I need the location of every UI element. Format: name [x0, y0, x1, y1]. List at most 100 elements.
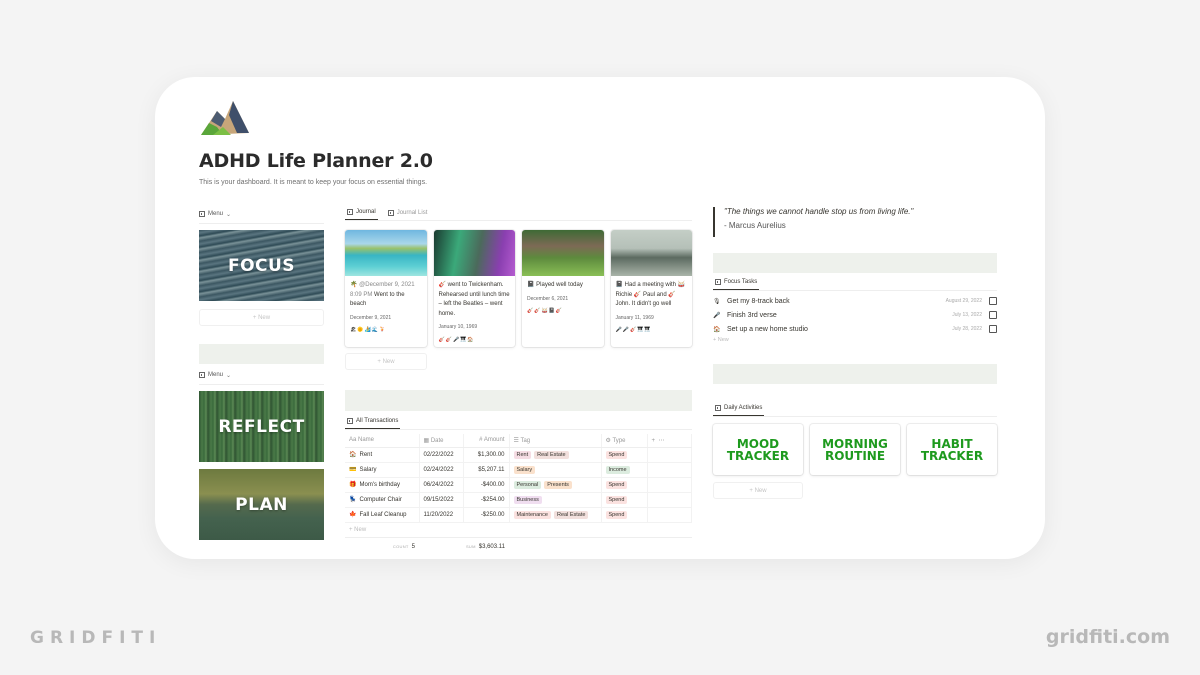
- task-emoji: 🎙: [713, 298, 721, 305]
- spacer-block: [345, 390, 692, 411]
- new-activity-button[interactable]: + New: [713, 482, 803, 499]
- task-checkbox[interactable]: [989, 297, 997, 305]
- new-menu-item-button[interactable]: + New: [199, 309, 324, 326]
- card-emoji: 🎸: [438, 282, 446, 288]
- journal-card[interactable]: 🎸 went to Twickenham. Rehearsed until lu…: [433, 230, 515, 347]
- cell-amount: -$250.00: [463, 507, 510, 523]
- task-item[interactable]: 🎤 Finish 3rd verse July 13, 2022: [713, 308, 997, 322]
- card-date: January 10, 1969: [438, 324, 478, 330]
- new-task-button[interactable]: + New: [713, 337, 997, 343]
- menu-toggle[interactable]: Menu ⌄: [199, 209, 324, 219]
- cell-amount: $1,300.00: [463, 447, 510, 463]
- count-calc[interactable]: COUNT 5: [345, 544, 415, 550]
- cell-type: Spend: [601, 477, 648, 493]
- row-emoji: 💳: [349, 467, 357, 473]
- transactions-section: All Transactions Aa Name ▦ Date # Amount…: [345, 417, 692, 550]
- table-row[interactable]: 🏠 Rent 02/22/2022 $1,300.00 Rent Real Estate S…: [345, 447, 692, 463]
- task-date: July 28, 2022: [952, 326, 982, 332]
- new-journal-button[interactable]: + New: [345, 353, 427, 370]
- card-label: MOOD TRACKER: [726, 436, 790, 463]
- row-name: Computer Chair: [359, 497, 402, 503]
- tab-journal-list[interactable]: Journal List: [386, 208, 430, 220]
- card-cover-image: [433, 230, 515, 276]
- tab-daily-activities[interactable]: Daily Activities: [713, 404, 765, 416]
- cell-name: 🎁 Mom's birthday: [345, 477, 420, 493]
- tag-pill: Real Estate: [554, 510, 589, 519]
- column-header-name[interactable]: Aa Name: [345, 434, 420, 448]
- spacer-block: [199, 344, 324, 364]
- gallery-icon: [199, 372, 205, 378]
- cell-tag: Salary: [509, 462, 602, 478]
- table-row[interactable]: 💺 Computer Chair 09/15/2022 -$254.00 Busines…: [345, 492, 692, 508]
- type-pill: Spend: [605, 450, 628, 459]
- menu-label: Menu: [208, 372, 224, 378]
- morning-routine-card[interactable]: MORNING ROUTINE: [810, 424, 900, 475]
- type-pill: Income: [605, 465, 630, 474]
- card-cover-image: [345, 230, 427, 276]
- column-header-amount[interactable]: # Amount: [463, 434, 510, 448]
- tab-journal[interactable]: Journal: [345, 208, 378, 220]
- cell-type: Spend: [601, 492, 648, 508]
- tab-label: Journal: [356, 209, 376, 215]
- tag-pill: Real Estate: [534, 450, 569, 459]
- gallery-icon: [715, 405, 721, 411]
- cell-date: 06/24/2022: [419, 477, 464, 493]
- table-row[interactable]: 🎁 Mom's birthday 06/24/2022 -$400.00 Persona…: [345, 477, 692, 493]
- journal-card[interactable]: 📓 Played well today December 6, 2021 🎸🎸🥁…: [522, 230, 604, 347]
- tab-focus-tasks[interactable]: Focus Tasks: [713, 278, 760, 290]
- task-item[interactable]: 🎙 Get my 8-track back August 29, 2022: [713, 294, 997, 308]
- cell-tag: Maintenance Real Estate: [509, 507, 602, 523]
- journal-card[interactable]: 🌴 @December 9, 2021 8:09 PM Went to the …: [345, 230, 427, 347]
- card-title: Had a meeting with 🥁 Richie 🎸 Paul and 🎸…: [615, 282, 686, 307]
- cell-name: 🏠 Rent: [345, 447, 420, 463]
- new-transaction-button[interactable]: + New: [345, 523, 692, 538]
- chevron-down-icon: ⌄: [226, 211, 232, 218]
- card-title: Played well today: [536, 282, 583, 288]
- task-checkbox[interactable]: [989, 325, 997, 333]
- task-name: Set up a new home studio: [727, 325, 808, 333]
- task-item[interactable]: 🏠 Set up a new home studio July 28, 2022: [713, 322, 997, 336]
- column-header-date[interactable]: ▦ Date: [419, 434, 464, 448]
- tab-label: Daily Activities: [724, 405, 763, 411]
- list-icon: [715, 279, 721, 285]
- cell-amount: -$400.00: [463, 477, 510, 493]
- card-title: went to Twickenham. Rehearsed until lunc…: [438, 282, 510, 317]
- add-column-button[interactable]: + ⋯: [647, 434, 692, 448]
- column-header-tag[interactable]: ☰ Tag: [509, 434, 602, 448]
- tab-label: Focus Tasks: [724, 279, 758, 285]
- table-row[interactable]: 🍁 Fall Leaf Cleanup 11/20/2022 -$250.00 Main…: [345, 507, 692, 523]
- card-emoji: 📓: [615, 282, 623, 288]
- tab-all-transactions[interactable]: All Transactions: [345, 417, 401, 429]
- reflect-tile[interactable]: REFLECT: [199, 391, 324, 462]
- habit-tracker-card[interactable]: HABIT TRACKER: [907, 424, 997, 475]
- right-column: "The things we cannot handle stop us fro…: [713, 207, 997, 499]
- brand-logo: GRIDFITI: [30, 628, 162, 648]
- type-pill: Spend: [605, 510, 628, 519]
- focus-tile[interactable]: FOCUS: [199, 230, 324, 301]
- journal-card[interactable]: 📓 Had a meeting with 🥁 Richie 🎸 Paul and…: [610, 230, 692, 347]
- row-name: Mom's birthday: [359, 482, 400, 488]
- sum-calc[interactable]: SUM $3,603.11: [415, 544, 505, 550]
- task-date: July 13, 2022: [952, 312, 982, 318]
- task-emoji: 🏠: [713, 326, 721, 333]
- cell-tag: Rent Real Estate: [509, 447, 602, 463]
- plan-tile[interactable]: PLAN: [199, 469, 324, 540]
- gallery-icon: [347, 209, 353, 215]
- row-emoji: 🍁: [349, 512, 357, 518]
- task-date: August 29, 2022: [945, 298, 982, 304]
- table-row[interactable]: 💳 Salary 02/24/2022 $5,207.11 Salary Income: [345, 462, 692, 478]
- mood-tracker-card[interactable]: MOOD TRACKER: [713, 424, 803, 475]
- task-checkbox[interactable]: [989, 311, 997, 319]
- cell-date: 02/24/2022: [419, 462, 464, 478]
- gallery-icon: [199, 211, 205, 217]
- cell-date: 09/15/2022: [419, 492, 464, 508]
- menu-toggle-2[interactable]: Menu ⌄: [199, 370, 324, 380]
- task-list: 🎙 Get my 8-track back August 29, 2022 🎤 …: [713, 294, 997, 343]
- divider: [199, 384, 324, 385]
- row-name: Salary: [359, 467, 377, 473]
- column-header-type[interactable]: ⚙ Type: [601, 434, 648, 448]
- row-emoji: 🏠: [349, 452, 357, 458]
- card-label: HABIT TRACKER: [920, 436, 984, 463]
- card-label: MORNING ROUTINE: [822, 436, 888, 463]
- quote-text: "The things we cannot handle stop us fro…: [724, 207, 914, 216]
